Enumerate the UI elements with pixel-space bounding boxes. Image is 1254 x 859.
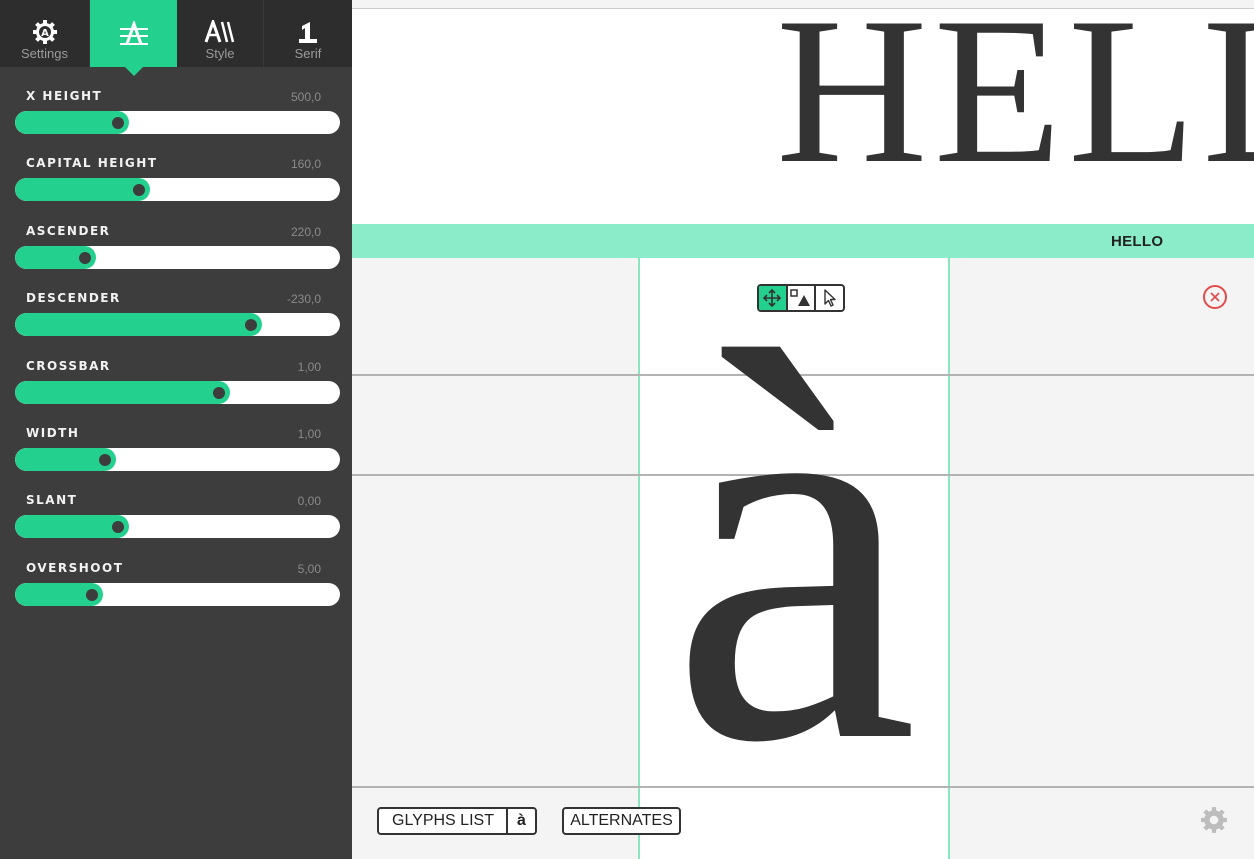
shape-icon [790,289,810,306]
param-label: CROSSBAR [26,358,111,373]
close-icon [1210,292,1220,302]
slider-fill [15,178,150,202]
param-slider[interactable] [15,313,340,337]
param-label: X HEIGHT [26,89,103,103]
param-slider[interactable] [15,582,340,606]
param-overshoot: OVERSHOOT 5,00 [0,546,352,613]
param-value: 1,00 [297,427,321,441]
slider-handle[interactable] [213,386,225,399]
param-slant: SLANT 0,00 [0,478,352,545]
preview-text: HELLO [776,8,1254,207]
move-icon [763,289,782,307]
param-slider[interactable] [15,245,340,269]
param-label: WIDTH [26,426,80,440]
alternates-button[interactable]: ALTERNATES [562,807,681,835]
param-slider[interactable] [15,380,340,404]
pointer-icon [823,289,836,307]
font-metrics-icon [90,20,177,48]
param-label: CAPITAL HEIGHT [26,156,158,171]
gear-icon [1201,807,1227,833]
text-preview-area: HELLO [352,8,1254,225]
param-capital-height: CAPITAL HEIGHT 160,0 [0,141,352,208]
param-slider[interactable] [15,448,340,471]
param-label: DESCENDER [26,291,121,306]
move-tool-button[interactable] [759,286,788,310]
strip-word[interactable]: HELLO [1111,233,1163,250]
edit-toolbar [757,284,845,312]
pointer-tool-button[interactable] [816,286,843,310]
slider-fill [15,380,230,404]
param-value: 0,00 [297,494,321,509]
tab-settings-label: Settings [21,46,68,61]
slider-fill [15,313,262,337]
glyphs-list-label: GLYPHS LIST [379,809,508,833]
param-value: -230,0 [286,292,321,307]
sidebar-tabs: A Settings Style Serif [0,0,352,76]
param-x-height: X HEIGHT 500,0 [0,74,352,141]
param-label: ASCENDER [26,223,111,238]
serif-icon [264,18,352,46]
slider-handle[interactable] [79,251,91,264]
parameters-sidebar: A Settings Style Serif X HEIGHT 500,0 CA… [0,0,352,859]
slider-handle[interactable] [86,588,98,601]
tab-font-metrics[interactable] [90,0,177,76]
tab-serif-label: Serif [294,46,322,61]
slider-handle[interactable] [99,454,111,466]
settings-gear-icon: A [0,18,89,46]
tab-style-label: Style [205,46,235,61]
glyph-outline[interactable]: à [636,268,952,828]
tab-style[interactable]: Style [177,0,264,67]
param-value: 5,00 [297,561,321,576]
current-glyph-label: à [517,812,526,829]
param-label: SLANT [26,493,78,508]
param-value: 500,0 [290,90,321,104]
param-ascender: ASCENDER 220,0 [0,209,352,276]
param-slider[interactable] [15,178,340,202]
style-icon [177,18,263,46]
glyphs-list-button[interactable]: GLYPHS LIST à [377,807,537,835]
param-crossbar: CROSSBAR 1,00 [0,344,352,411]
param-value: 1,00 [297,359,321,374]
param-value: 220,0 [290,224,321,239]
param-slider[interactable] [15,515,340,539]
close-button[interactable] [1203,285,1227,309]
editor-settings-button[interactable] [1200,806,1228,834]
param-descender: DESCENDER -230,0 [0,276,352,343]
param-value: 160,0 [290,157,321,172]
tab-settings[interactable]: A Settings [0,0,90,67]
tab-serif[interactable]: Serif [264,0,352,67]
shape-tool-button[interactable] [788,286,817,310]
param-label: OVERSHOOT [26,560,124,575]
svg-text:A: A [41,28,49,39]
slider-handle[interactable] [112,117,124,129]
word-strip[interactable]: HELLO [352,224,1254,258]
param-width: WIDTH 1,00 [0,411,352,478]
glyph-editor[interactable]: à GLYPHS LIST à ALTERNATES [352,258,1254,859]
param-slider[interactable] [15,111,340,134]
